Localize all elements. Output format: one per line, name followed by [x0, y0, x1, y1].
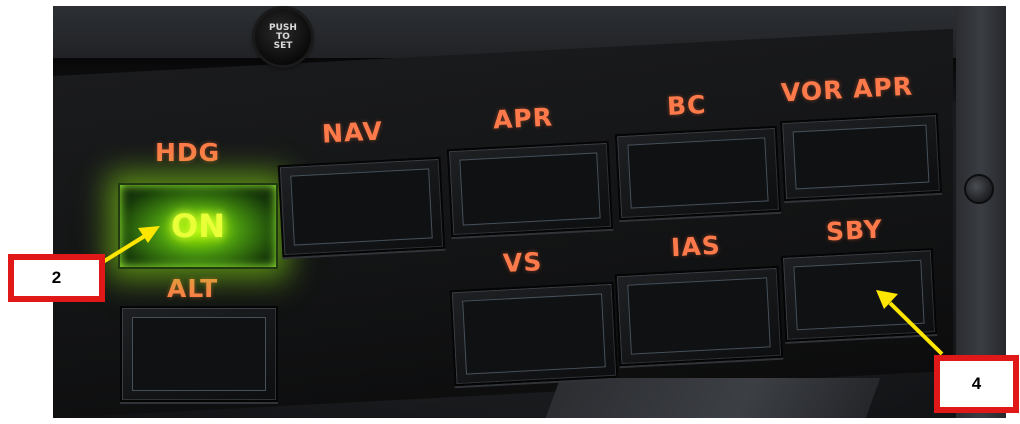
arrow-to-hdg [96, 226, 160, 267]
callout-2: 2 [8, 254, 105, 302]
callout-4-text: 4 [971, 374, 982, 393]
annotation-arrows [96, 226, 944, 356]
callout-2-text: 2 [51, 268, 62, 287]
callout-4: 4 [934, 355, 1019, 413]
arrow-to-sby [876, 290, 944, 356]
